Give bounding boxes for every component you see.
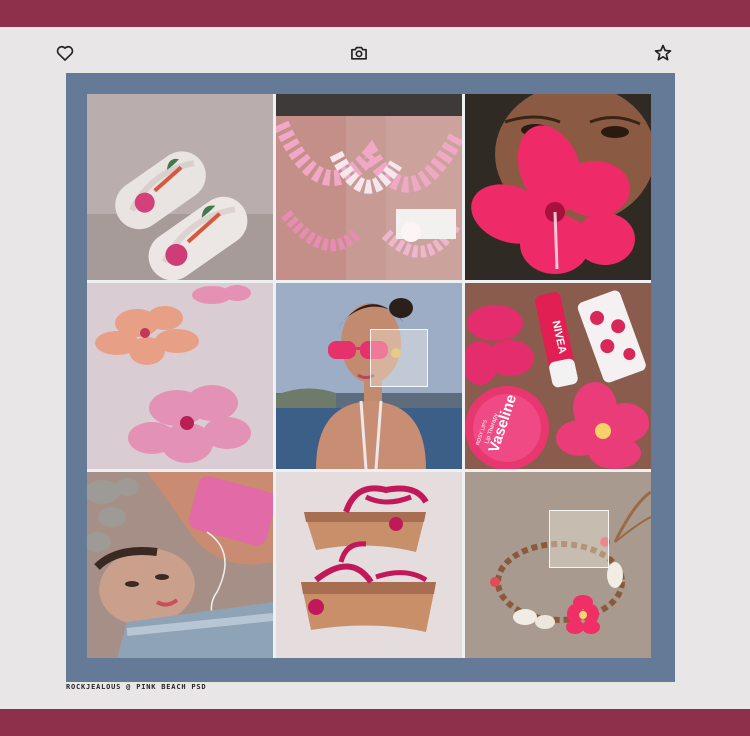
tile-hibiscus-face[interactable] xyxy=(465,94,651,280)
tile-lip-balm-products[interactable]: NIVEA Vaseline Lip Therapy ROSY LIPS xyxy=(465,283,651,469)
hibiscus-face-icon xyxy=(465,94,651,280)
lying-girl-icon xyxy=(87,472,273,658)
bottom-band xyxy=(0,709,750,736)
overlay-square xyxy=(549,510,609,568)
top-band xyxy=(0,0,750,27)
tile-portrait-sunglasses[interactable] xyxy=(276,283,462,469)
credit-text: rockjealous @ pink beach psd xyxy=(66,683,207,691)
portrait-sunglasses-icon xyxy=(276,283,462,469)
tile-lying-girl[interactable] xyxy=(87,472,273,658)
tile-wedge-sandals[interactable] xyxy=(276,472,462,658)
overlay-square xyxy=(370,329,428,387)
heart-icon[interactable] xyxy=(54,42,76,64)
photo-grid: NIVEA Vaseline Lip Therapy ROSY LIPS xyxy=(87,94,651,658)
flip-flops-icon xyxy=(87,94,273,280)
painted-hibiscus-icon xyxy=(87,283,273,469)
camera-icon[interactable] xyxy=(348,42,370,64)
star-icon[interactable] xyxy=(652,42,674,64)
flower-leis-icon xyxy=(276,94,462,280)
tile-painted-hibiscus[interactable] xyxy=(87,283,273,469)
tile-shell-bracelet[interactable] xyxy=(465,472,651,658)
wedge-sandals-icon xyxy=(276,472,462,658)
lip-balm-products-icon: NIVEA Vaseline Lip Therapy ROSY LIPS xyxy=(465,283,651,469)
collage-frame: NIVEA Vaseline Lip Therapy ROSY LIPS xyxy=(66,73,675,682)
tile-flip-flops[interactable] xyxy=(87,94,273,280)
tile-flower-leis[interactable] xyxy=(276,94,462,280)
